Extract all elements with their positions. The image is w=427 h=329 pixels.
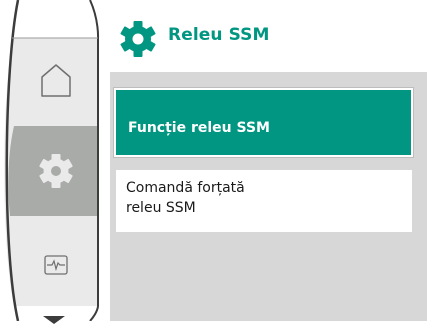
menu-item-label: Funcție releu SSM bbox=[128, 118, 270, 138]
menu-item-label-line: Comandă forțată bbox=[126, 180, 245, 196]
diagnostics-icon bbox=[44, 255, 68, 275]
menu-item-ssm-relay-function[interactable]: Funcție releu SSM bbox=[114, 88, 413, 157]
menu-item-label-line: releu SSM bbox=[126, 200, 196, 216]
menu-item-label-line: Funcție releu SSM bbox=[128, 120, 270, 136]
triangle-down-icon bbox=[43, 316, 65, 324]
menu-panel: Funcție releu SSM Comandă forțată releu … bbox=[110, 72, 427, 321]
gear-icon bbox=[120, 21, 156, 57]
scroll-down-indicator[interactable] bbox=[41, 310, 67, 324]
page-title: Releu SSM bbox=[168, 25, 270, 45]
home-icon bbox=[41, 64, 71, 97]
nav-item-diagnostics[interactable] bbox=[14, 226, 98, 304]
header: Releu SSM bbox=[110, 0, 427, 72]
nav-item-settings[interactable] bbox=[14, 126, 98, 216]
menu-item-label: Comandă forțată releu SSM bbox=[126, 178, 245, 218]
menu-item-ssm-relay-forced-control[interactable]: Comandă forțată releu SSM bbox=[116, 170, 412, 232]
pump-display-screen: Releu SSM Funcție releu SSM Comandă forț… bbox=[0, 0, 427, 324]
gear-icon bbox=[39, 154, 73, 188]
nav-item-home[interactable] bbox=[14, 38, 98, 122]
